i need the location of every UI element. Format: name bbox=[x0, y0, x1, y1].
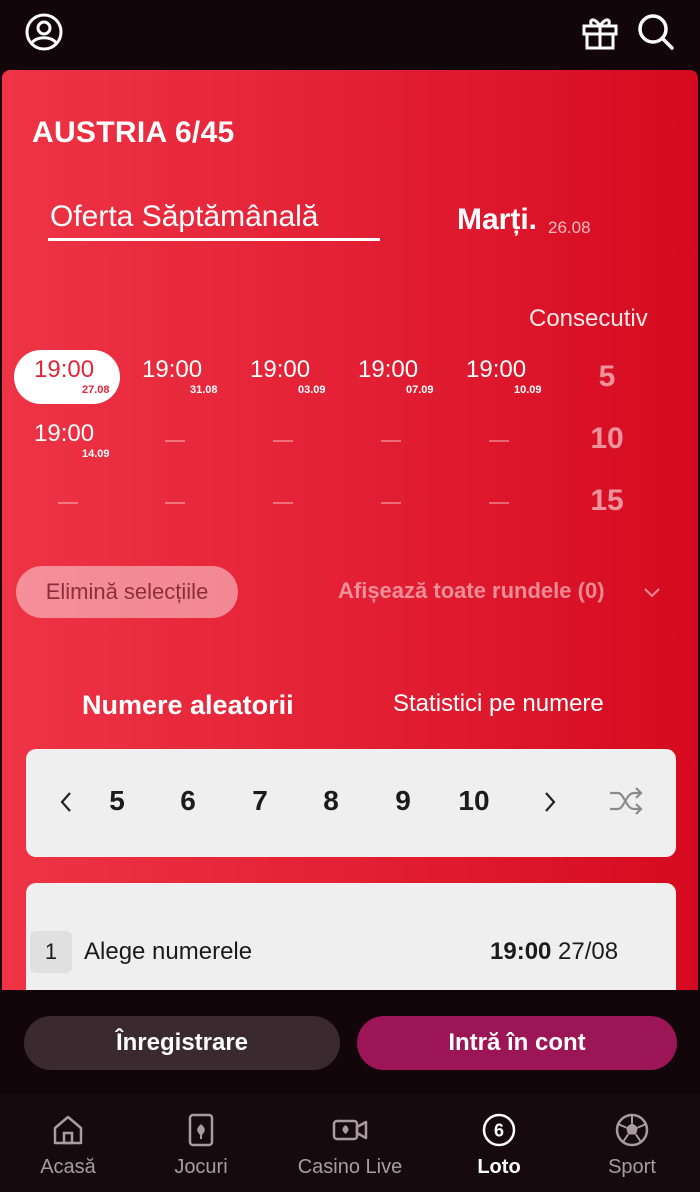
empty-draw-slot bbox=[381, 440, 401, 442]
nav-item-casino-live[interactable]: Casino Live bbox=[285, 1094, 415, 1192]
cards-icon bbox=[188, 1113, 214, 1147]
consecutive-option[interactable]: 15 bbox=[572, 484, 642, 518]
svg-text:6: 6 bbox=[494, 1121, 504, 1141]
draw-option[interactable]: 19:00 03.09 bbox=[230, 350, 336, 404]
nav-item-lotto[interactable]: 6 Loto bbox=[434, 1094, 564, 1192]
number-count-option[interactable]: 8 bbox=[306, 785, 356, 817]
draw-option[interactable]: 19:00 14.09 bbox=[14, 414, 120, 468]
chevron-down-icon[interactable] bbox=[642, 582, 662, 602]
number-count-option[interactable]: 5 bbox=[92, 785, 142, 817]
number-count-option[interactable]: 9 bbox=[378, 785, 428, 817]
bet-index: 1 bbox=[30, 931, 72, 973]
empty-draw-slot bbox=[381, 502, 401, 504]
nav-label: Casino Live bbox=[297, 1156, 403, 1178]
tab-day[interactable]: Marți. bbox=[457, 203, 537, 237]
tab-random-numbers[interactable]: Numere aleatorii bbox=[82, 690, 294, 721]
number-count-option[interactable]: 10 bbox=[449, 785, 499, 817]
login-button[interactable]: Intră în cont bbox=[357, 1016, 677, 1070]
empty-draw-slot bbox=[165, 440, 185, 442]
show-all-rounds-toggle[interactable]: Afișează toate rundele (0) bbox=[338, 578, 605, 604]
nav-item-sport[interactable]: Sport bbox=[567, 1094, 697, 1192]
bet-date: 27/08 bbox=[558, 938, 619, 965]
auth-action-bar: Înregistrare Intră în cont bbox=[0, 990, 700, 1094]
soccer-ball-icon bbox=[615, 1113, 649, 1147]
draw-time: 19:00 bbox=[142, 356, 203, 383]
lotto-ball-icon: 6 bbox=[482, 1113, 516, 1147]
draw-date: 07.09 bbox=[406, 384, 434, 396]
video-camera-icon bbox=[332, 1119, 368, 1141]
draw-option[interactable]: 19:00 27.08 bbox=[14, 350, 120, 404]
empty-draw-slot bbox=[489, 502, 509, 504]
draw-time: 19:00 bbox=[358, 356, 419, 383]
consecutive-option[interactable]: 5 bbox=[572, 360, 642, 394]
draw-time: 19:00 bbox=[34, 356, 95, 383]
tab-number-stats[interactable]: Statistici pe numere bbox=[393, 690, 604, 718]
bet-label: Alege numerele bbox=[84, 938, 253, 965]
home-icon bbox=[53, 1115, 83, 1145]
gift-icon[interactable] bbox=[580, 12, 620, 52]
nav-label: Sport bbox=[608, 1156, 656, 1178]
tab-weekly-offer[interactable]: Oferta Săptămânală bbox=[50, 200, 319, 234]
search-icon[interactable] bbox=[636, 12, 676, 52]
draw-date: 14.09 bbox=[82, 448, 110, 460]
chevron-left-icon[interactable] bbox=[54, 787, 78, 817]
nav-item-games[interactable]: Jocuri bbox=[136, 1094, 266, 1192]
user-circle-icon[interactable] bbox=[24, 12, 64, 52]
number-count-option[interactable]: 7 bbox=[235, 785, 285, 817]
nav-label: Jocuri bbox=[174, 1156, 228, 1178]
number-count-option[interactable]: 6 bbox=[163, 785, 213, 817]
draw-date: 10.09 bbox=[514, 384, 542, 396]
draw-option[interactable]: 19:00 07.09 bbox=[338, 350, 444, 404]
draw-date: 27.08 bbox=[82, 384, 110, 396]
consecutive-label: Consecutiv bbox=[529, 305, 648, 332]
shuffle-icon[interactable] bbox=[608, 785, 644, 817]
draw-time: 19:00 bbox=[34, 420, 95, 447]
draw-time: 19:00 bbox=[466, 356, 527, 383]
draw-date: 03.09 bbox=[298, 384, 326, 396]
empty-draw-slot bbox=[58, 502, 78, 504]
chevron-right-icon[interactable] bbox=[538, 787, 562, 817]
draw-date: 31.08 bbox=[190, 384, 218, 396]
number-count-picker: 5 6 7 8 9 10 bbox=[26, 749, 676, 857]
bet-time: 19:00 bbox=[490, 938, 552, 965]
nav-item-home[interactable]: Acasă bbox=[3, 1094, 133, 1192]
active-tab-underline bbox=[48, 238, 380, 241]
register-button[interactable]: Înregistrare bbox=[24, 1016, 340, 1070]
draw-option[interactable]: 19:00 10.09 bbox=[446, 350, 552, 404]
top-bar bbox=[0, 0, 700, 70]
empty-draw-slot bbox=[273, 502, 293, 504]
draw-time: 19:00 bbox=[250, 356, 311, 383]
empty-draw-slot bbox=[489, 440, 509, 442]
game-title: AUSTRIA 6/45 bbox=[32, 116, 235, 149]
bottom-nav: Acasă Jocuri Casino Live 6 Loto Sport bbox=[0, 1094, 700, 1192]
lotto-card: AUSTRIA 6/45 Oferta Săptămânală Marți. 2… bbox=[2, 70, 698, 1010]
tab-day-date: 26.08 bbox=[548, 218, 591, 237]
clear-selections-button[interactable]: Elimină selecțiile bbox=[16, 566, 238, 618]
empty-draw-slot bbox=[165, 502, 185, 504]
empty-draw-slot bbox=[273, 440, 293, 442]
draw-option[interactable]: 19:00 31.08 bbox=[122, 350, 228, 404]
nav-label: Loto bbox=[477, 1156, 521, 1178]
consecutive-option[interactable]: 10 bbox=[572, 422, 642, 456]
nav-label: Acasă bbox=[40, 1156, 96, 1178]
